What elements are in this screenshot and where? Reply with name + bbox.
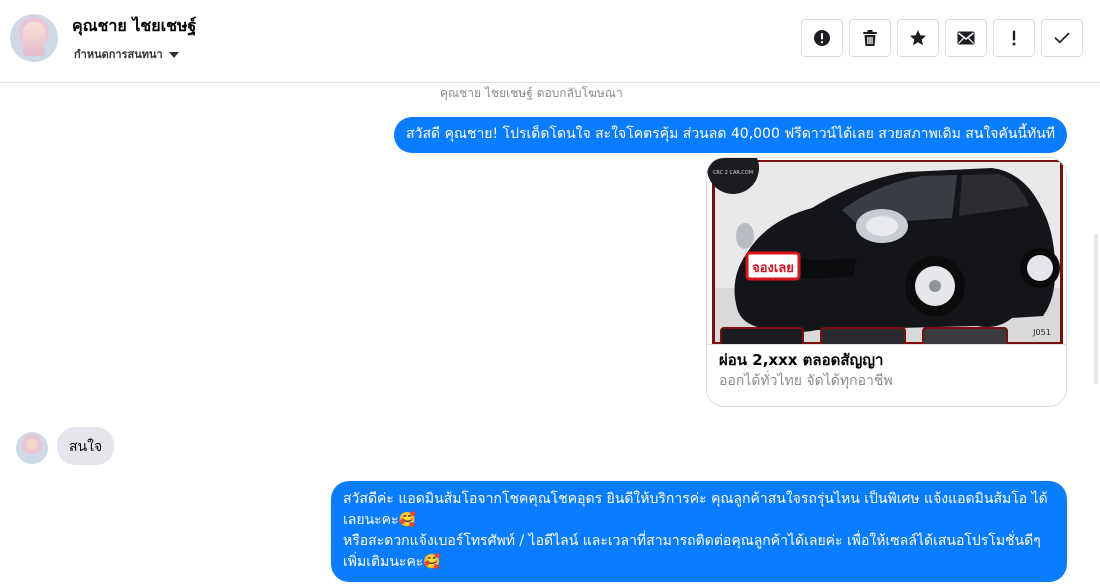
- contact-avatar-small[interactable]: [16, 432, 48, 464]
- ad-card-subtitle: ออกได้ทั่วไทย จัดได้ทุกอาชีพ: [719, 373, 893, 389]
- dealer-logo-text: CRC 2 CAR.COM: [713, 170, 753, 176]
- car-ad-image: จองเลย CRC 2 CAR.COM J051: [707, 158, 1066, 345]
- ad-reply-note: คุณชาย ไชยเชษฐ์ ตอบกลับโฆษณา: [440, 86, 623, 100]
- check-icon: [1054, 32, 1070, 44]
- thread-scrollbar[interactable]: [1094, 234, 1098, 384]
- mark-done-button[interactable]: [1041, 19, 1083, 57]
- contact-avatar[interactable]: [10, 14, 58, 62]
- caret-down-icon: [168, 51, 179, 58]
- message-thread[interactable]: คุณชาย ไชยเชษฐ์ ตอบกลับโฆษณา สวัสดี คุณช…: [0, 84, 1100, 587]
- mark-follow-up-button[interactable]: [993, 19, 1035, 57]
- star-button[interactable]: [897, 19, 939, 57]
- contact-name[interactable]: คุณชาย ไชยเชษฐ์: [72, 14, 196, 39]
- outgoing-message[interactable]: สวัสดี คุณชาย! โปรเด็ดโดนใจ สะใจโคตรคุ้ม…: [394, 117, 1067, 153]
- outgoing-message-long[interactable]: สวัสดีค่ะ แอดมินส้มโอจากโชคคุณโชคอุดร ยิ…: [331, 481, 1067, 582]
- mark-unread-button[interactable]: [945, 19, 987, 57]
- conversation-header: คุณชาย ไชยเชษฐ์ กำหนดการสนทนา: [0, 0, 1100, 83]
- ad-card-title: ผ่อน 2,xxx ตลอดสัญญา: [719, 351, 884, 369]
- incoming-message[interactable]: สนใจ: [57, 427, 115, 465]
- delete-button[interactable]: [849, 19, 891, 57]
- outgoing-message-line-2: หรือสะดวกแจ้งเบอร์โทรศัพท์ / ไอดีไลน์ แล…: [343, 533, 1041, 570]
- outgoing-message-line-1: สวัสดีค่ะ แอดมินส้มโอจากโชคคุณโชคอุดร ยิ…: [343, 491, 1048, 528]
- assign-conversation-dropdown[interactable]: กำหนดการสนทนา: [74, 45, 179, 63]
- reserve-badge-text: จองเลย: [752, 261, 794, 276]
- ad-code-text: J051: [1032, 328, 1051, 337]
- envelope-icon: [957, 31, 975, 45]
- star-icon: [910, 30, 926, 46]
- conversation-toolbar: [801, 19, 1083, 57]
- trash-icon: [863, 30, 877, 46]
- spam-icon: [814, 30, 830, 46]
- ad-card[interactable]: จองเลย CRC 2 CAR.COM J051 ผ่อน 2,xxx ตลอ…: [706, 157, 1067, 407]
- mark-spam-button[interactable]: [801, 19, 843, 57]
- assign-conversation-label: กำหนดการสนทนา: [74, 48, 163, 61]
- exclamation-icon: [1012, 30, 1016, 46]
